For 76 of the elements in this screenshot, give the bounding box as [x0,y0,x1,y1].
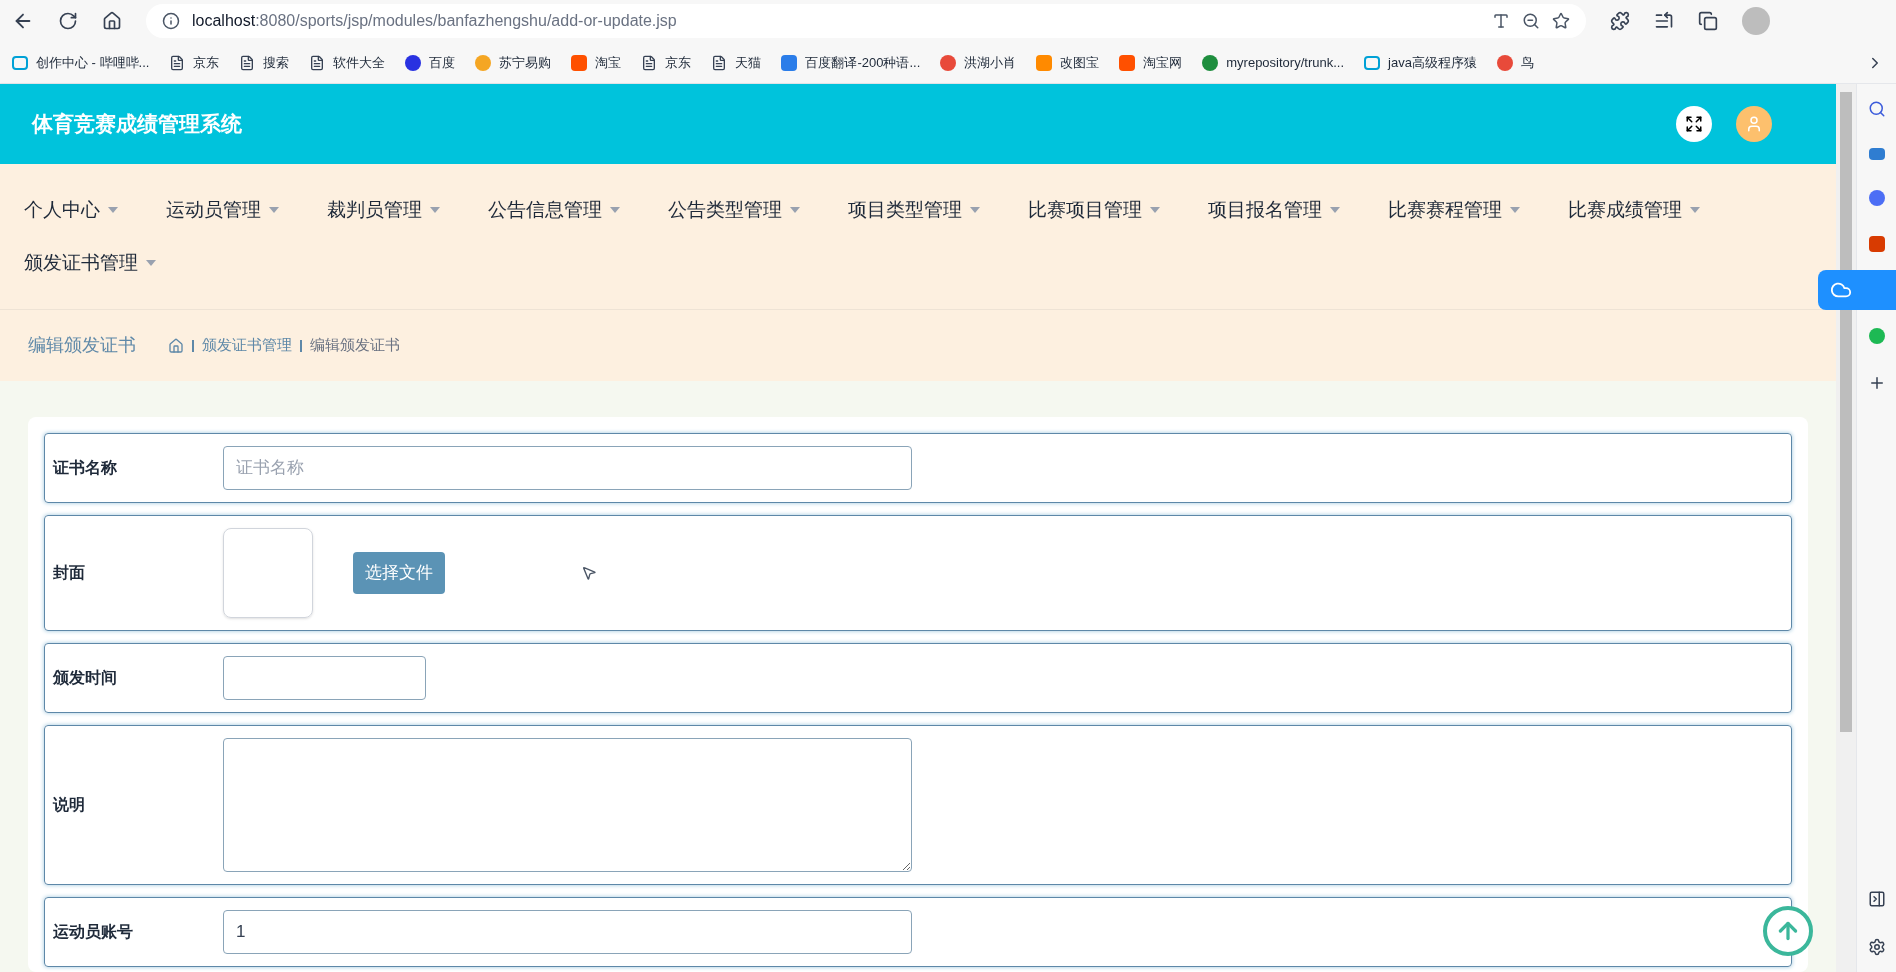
field-label: 运动员账号 [53,922,134,942]
read-aloud-icon[interactable] [1492,12,1510,30]
caret-icon [1510,207,1520,214]
bookmark[interactable]: 洪湖小肖 [940,52,1017,73]
bookmark[interactable]: 淘宝 [571,52,622,73]
extensions-icon[interactable] [1610,11,1630,31]
info-icon [162,12,180,30]
nav-menu-item[interactable]: 项目报名管理 [1208,196,1340,225]
page-icon [711,54,728,71]
page-icon [641,54,658,71]
bookmark[interactable]: java高级程序猿 [1364,52,1477,73]
bookmark[interactable]: 创作中心 - 哔哩哔... [12,52,150,73]
caret-icon [430,207,440,214]
bookmark[interactable]: myrepository/trunk... [1202,52,1344,73]
caret-icon [269,207,279,214]
field-label: 说明 [53,795,86,815]
text-field[interactable]: 1 [223,910,912,954]
nav-menu-item[interactable]: 颁发证书管理 [24,248,156,277]
page-icon [309,54,326,71]
caret-icon [1330,207,1340,214]
bookmark[interactable]: 搜索 [239,52,290,73]
caret-icon [108,207,118,214]
nav-menu-item[interactable]: 裁判员管理 [327,196,440,225]
caret-icon [970,207,980,214]
bookmark[interactable]: 天猫 [711,52,762,73]
field-label: 颁发时间 [53,668,118,688]
settings-icon[interactable] [1867,938,1886,956]
cloud-floating-toast[interactable] [1818,270,1896,310]
page-icon [239,54,256,71]
panel-icon[interactable] [1867,890,1886,908]
nav-menu-item[interactable]: 比赛赛程管理 [1388,196,1520,225]
nav-menu-item[interactable]: 公告类型管理 [668,196,800,225]
nav-menu-item[interactable]: 公告信息管理 [488,196,620,225]
description-field[interactable] [223,738,912,872]
zoom-out-icon[interactable] [1522,12,1540,30]
reload-icon[interactable] [58,11,78,31]
page-icon [169,54,186,71]
favorites-icon[interactable] [1654,11,1674,31]
url-text: localhost:8080/sports/jsp/modules/banfazhengshu/add-or-update.jsp [192,11,678,31]
square-icon [1036,54,1053,71]
breadcrumb-item: 编辑颁发证书 [300,334,400,357]
home-icon[interactable] [102,11,122,31]
favorite-icon[interactable] [1552,12,1570,30]
bookmark[interactable]: 软件大全 [309,52,386,73]
app-title: 体育竞赛成绩管理系统 [32,111,242,138]
bookmark[interactable]: 百度 [405,52,456,73]
nav-menu-item[interactable]: 项目类型管理 [848,196,980,225]
bookmark[interactable]: 京东 [169,52,220,73]
nav-menu-item[interactable]: 运动员管理 [166,196,279,225]
fullscreen-button[interactable] [1676,106,1712,142]
nav-menu-item[interactable]: 个人中心 [24,196,118,225]
nav-menu-item[interactable]: 比赛成绩管理 [1568,196,1700,225]
expand-icon [1685,115,1703,133]
bookmark[interactable]: 百度翻译-200种语... [781,52,921,73]
caret-icon [1150,207,1160,214]
date-field[interactable] [223,656,426,700]
page-title: 编辑颁发证书 [28,334,136,357]
caret-icon [790,207,800,214]
field-label: 证书名称 [53,458,118,478]
caret-icon [146,259,156,266]
user-icon [1745,115,1763,133]
address-bar[interactable]: localhost:8080/sports/jsp/modules/banfazhengshu/add-or-update.jsp [146,4,1586,38]
nav-menu-item[interactable]: 比赛项目管理 [1028,196,1160,225]
caret-icon [1690,207,1700,214]
search-icon[interactable] [1867,100,1886,118]
field-label: 封面 [53,563,86,583]
breadcrumb-item[interactable]: 颁发证书管理 [192,334,292,357]
bookmark[interactable]: 苏宁易购 [475,52,552,73]
bookmark[interactable]: 淘宝网 [1119,52,1183,73]
collections-icon[interactable] [1698,11,1718,31]
cursor-icon [581,565,597,581]
caret-icon [610,207,620,214]
text-field[interactable]: 证书名称 [223,446,912,490]
bookmark[interactable]: 鸟 [1496,52,1534,73]
bookmark[interactable]: 改图宝 [1036,52,1100,73]
bookmark[interactable]: 京东 [641,52,692,73]
